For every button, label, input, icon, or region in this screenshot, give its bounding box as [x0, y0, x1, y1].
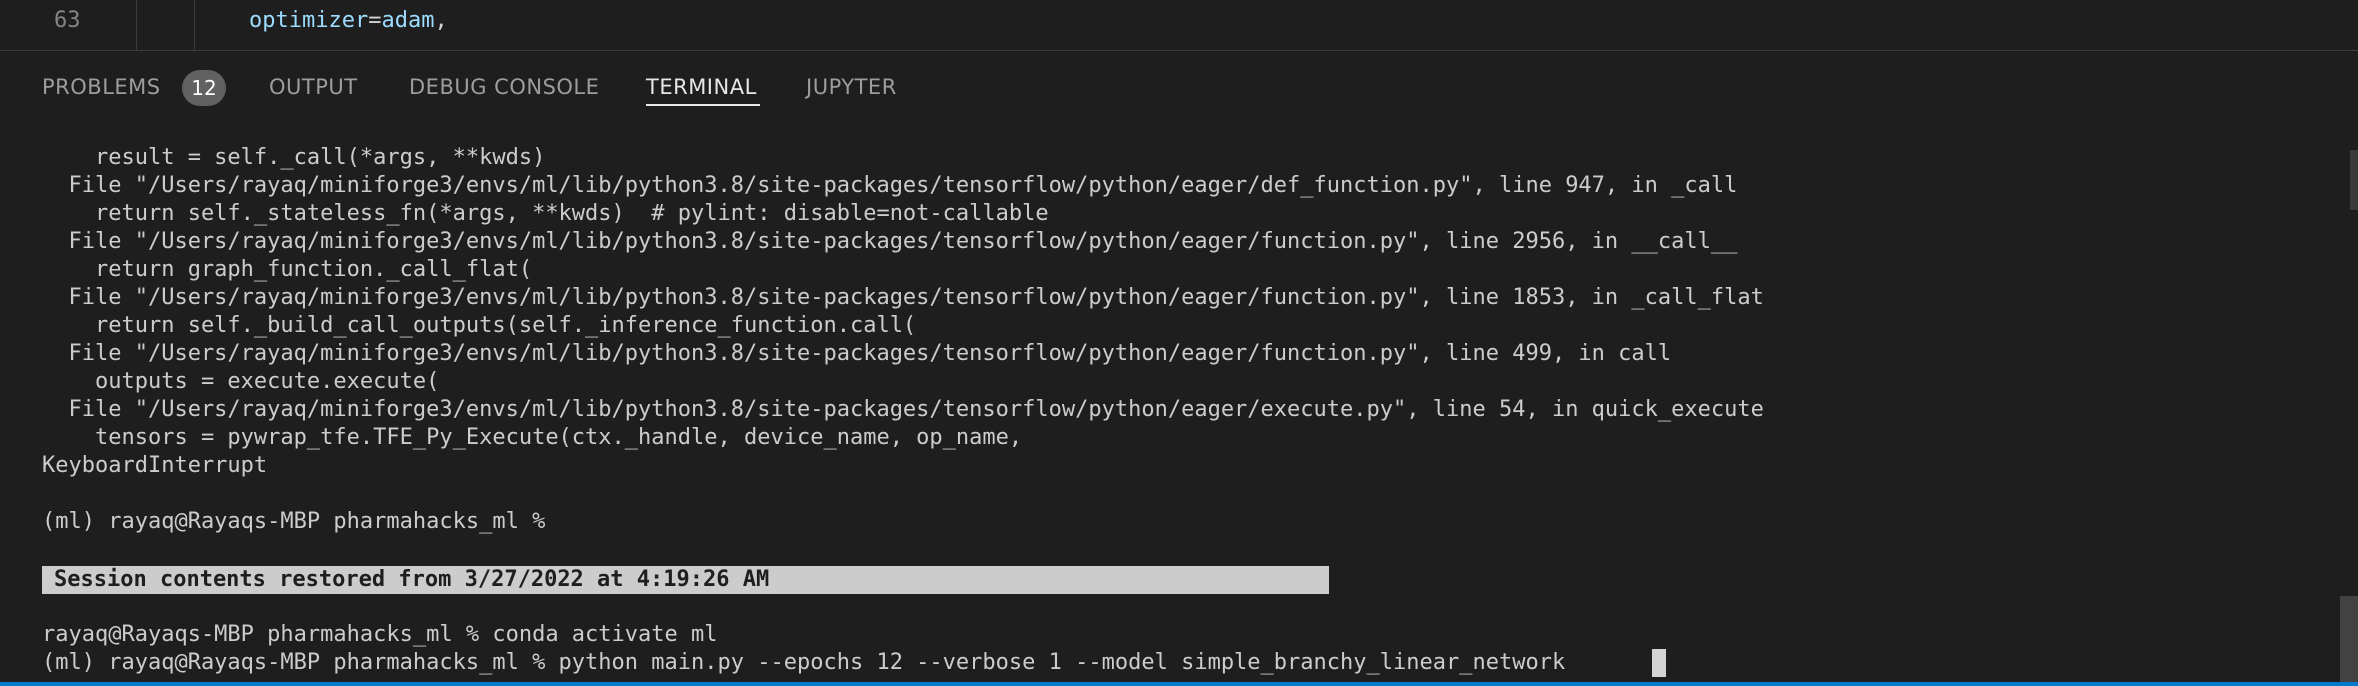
session-restored-text: Session contents restored from 3/27/2022…	[54, 567, 770, 592]
tab-output[interactable]: OUTPUT	[269, 75, 358, 99]
terminal-command-line[interactable]: (ml) rayaq@Rayaqs-MBP pharmahacks_ml % p…	[42, 649, 1565, 677]
scrollbar-overview-marker	[2350, 150, 2358, 210]
tab-terminal[interactable]: TERMINAL	[646, 75, 757, 99]
terminal-line: rayaq@Rayaqs-MBP pharmahacks_ml % conda …	[42, 622, 718, 647]
session-restored-banner: Session contents restored from 3/27/2022…	[42, 566, 1329, 594]
terminal-line: result = self._call(*args, **kwds)	[42, 145, 546, 170]
tab-jupyter[interactable]: JUPYTER	[806, 75, 897, 99]
indent-guide	[194, 0, 195, 50]
terminal-line: File "/Users/rayaq/miniforge3/envs/ml/li…	[42, 397, 1764, 422]
terminal-scrollbar-thumb[interactable]	[2340, 596, 2358, 682]
gutter-separator	[136, 0, 137, 50]
tab-debug-console[interactable]: DEBUG CONSOLE	[409, 75, 599, 99]
terminal-line: return self._stateless_fn(*args, **kwds)…	[42, 201, 1049, 226]
panel-tabs: PROBLEMS OUTPUT DEBUG CONSOLE TERMINAL J…	[0, 51, 2358, 125]
terminal-line: File "/Users/rayaq/miniforge3/envs/ml/li…	[42, 285, 1764, 310]
terminal-line: KeyboardInterrupt	[42, 453, 268, 478]
problems-count-badge: 12	[182, 70, 226, 106]
terminal-line: tensors = pywrap_tfe.TFE_Py_Execute(ctx.…	[42, 425, 1023, 450]
code-eq: =	[368, 8, 382, 33]
active-tab-indicator	[646, 104, 760, 106]
terminal-prompt-line: (ml) rayaq@Rayaqs-MBP pharmahacks_ml %	[42, 509, 559, 534]
terminal-line: outputs = execute.execute(	[42, 369, 440, 394]
code-comma: ,	[434, 8, 448, 33]
terminal-cursor	[1652, 649, 1666, 677]
code-value: adam	[381, 8, 435, 33]
terminal-line: File "/Users/rayaq/miniforge3/envs/ml/li…	[42, 341, 1672, 366]
code-param: optimizer	[249, 8, 369, 33]
terminal-output[interactable]: result = self._call(*args, **kwds) File …	[0, 140, 2346, 682]
terminal-line: return graph_function._call_flat(	[42, 257, 533, 282]
line-number: 63	[54, 8, 81, 33]
terminal-line: File "/Users/rayaq/miniforge3/envs/ml/li…	[42, 173, 1738, 198]
tab-problems[interactable]: PROBLEMS	[42, 75, 161, 99]
code-line[interactable]: optimizer=adam,	[249, 8, 448, 33]
terminal-line: File "/Users/rayaq/miniforge3/envs/ml/li…	[42, 229, 1738, 254]
terminal-line: return self._build_call_outputs(self._in…	[42, 313, 917, 338]
editor-strip: 63 optimizer=adam,	[0, 0, 2358, 50]
status-bar-edge	[0, 682, 2358, 686]
